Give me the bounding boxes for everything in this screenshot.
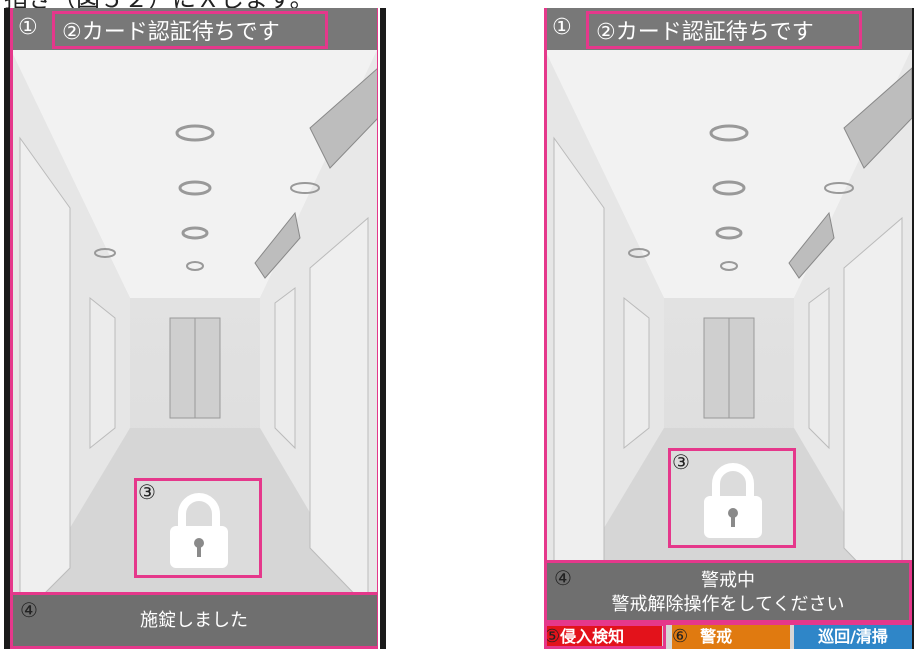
corridor-illustration: [544, 8, 912, 649]
status-armed: ⑥ 警戒: [672, 625, 790, 649]
message-line-2: 警戒解除操作をしてください: [611, 594, 845, 615]
marker-5: ⑤: [544, 626, 561, 647]
marker-6: ⑥: [672, 626, 689, 647]
status-intrusion-label: 侵入検知: [560, 627, 625, 646]
message-bar: ④ 警戒中 警戒解除操作をしてください: [544, 560, 912, 625]
message-text: 施錠しました: [140, 610, 248, 631]
device-bezel-right: [380, 8, 386, 649]
status-indicator-row: ⑤侵入検知 ⑥ 警戒 巡回/清掃: [544, 625, 912, 649]
status-header: ① ②カード認証待ちです: [544, 8, 912, 50]
screen-title: ②カード認証待ちです: [596, 20, 814, 45]
message-bar: ④ 施錠しました: [10, 592, 378, 649]
status-header: ① ②カード認証待ちです: [10, 8, 378, 50]
lock-panel: ③: [134, 478, 262, 578]
padlock-icon: [704, 463, 762, 538]
status-patrol: 巡回/清掃: [794, 625, 912, 649]
status-intrusion: ⑤侵入検知: [544, 625, 662, 649]
marker-3: ③: [672, 450, 690, 474]
card-wait-screen-locked: ① ②カード認証待ちです ③ ④ 施錠しました: [10, 8, 378, 649]
padlock-icon: [170, 493, 228, 568]
marker-1: ①: [552, 15, 572, 40]
marker-3: ③: [138, 480, 156, 504]
lock-panel: ③: [668, 448, 796, 548]
card-wait-screen-armed: ① ②カード認証待ちです ③ ④ 警戒中 警戒解除操作をしてください ⑤侵入検知…: [544, 8, 912, 649]
marker-1: ①: [18, 15, 38, 40]
status-patrol-label: 巡回/清掃: [818, 627, 888, 646]
message-line-1: 警戒中: [701, 570, 755, 591]
screen-title: ②カード認証待ちです: [62, 20, 280, 45]
status-armed-label: 警戒: [700, 627, 733, 646]
